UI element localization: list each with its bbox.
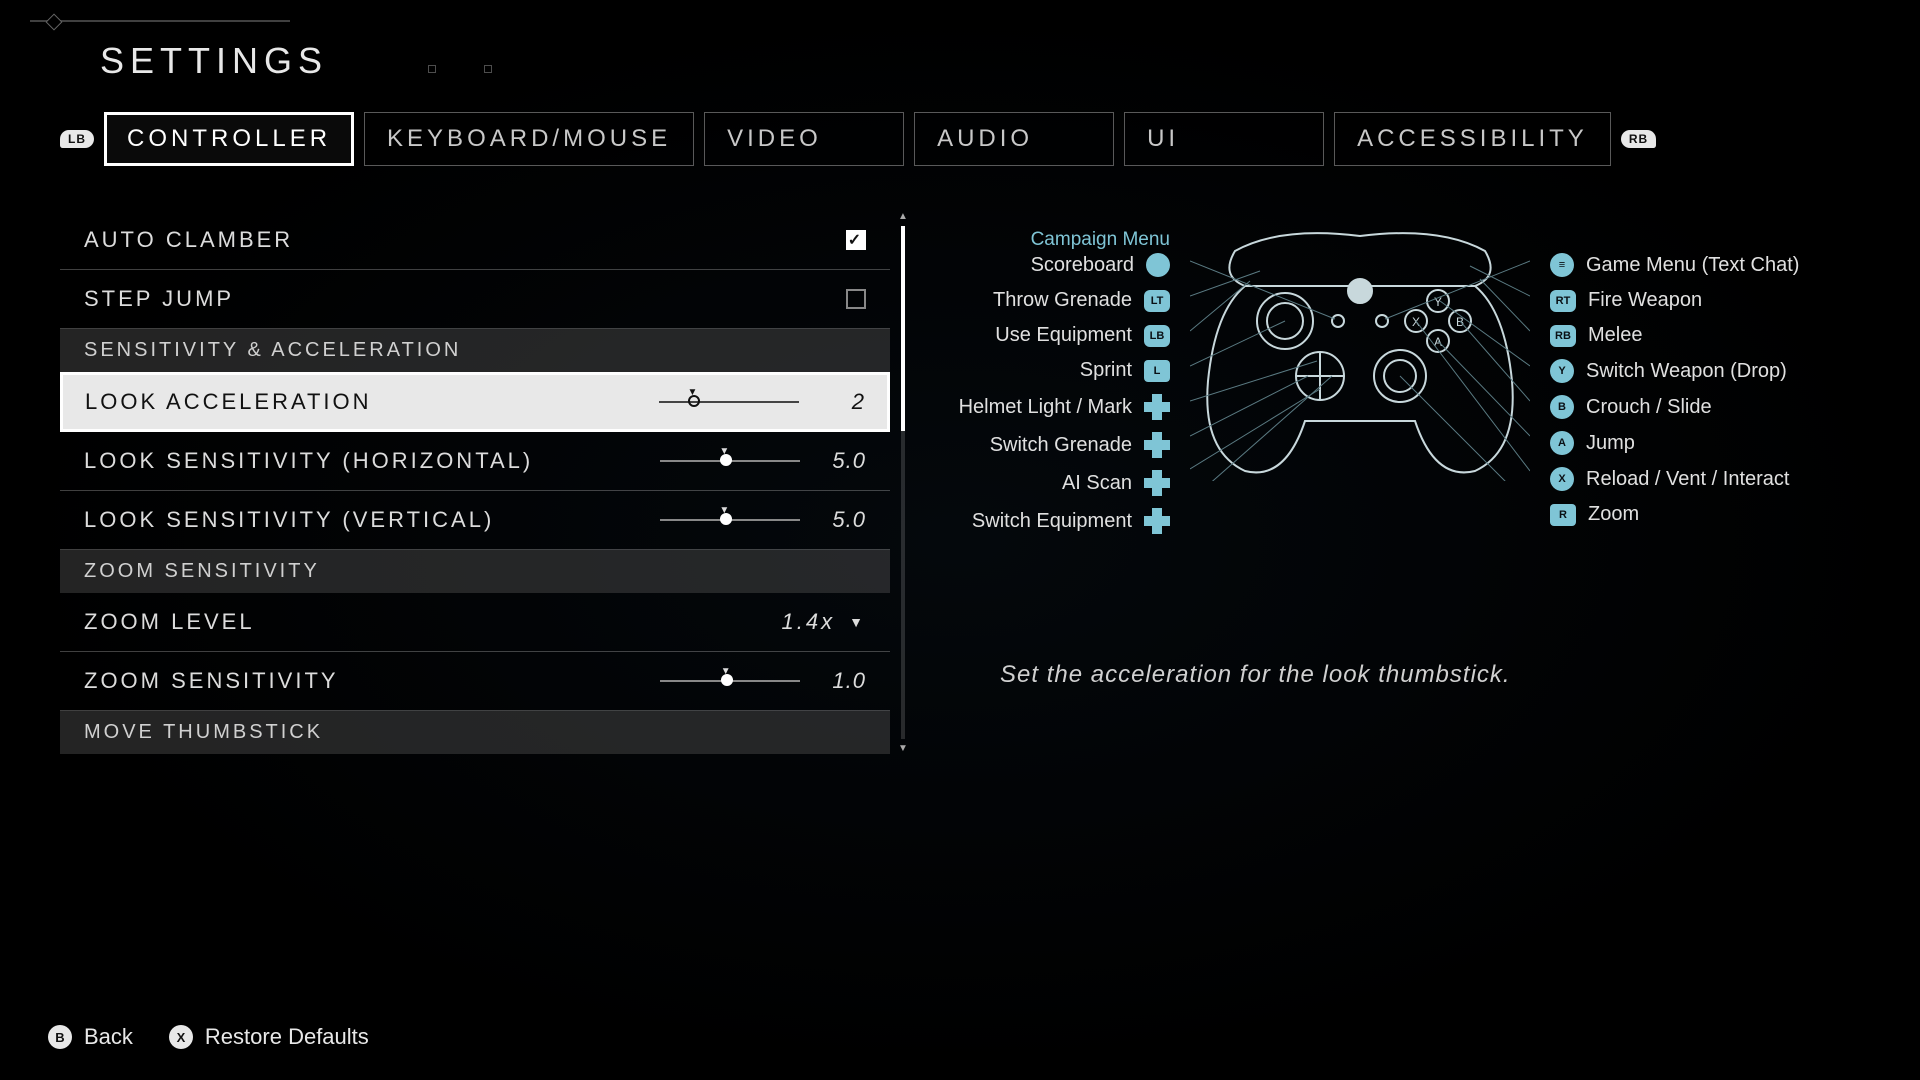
footer-label: Back — [84, 1024, 133, 1050]
decorative-topline — [30, 20, 290, 22]
dpad-icon — [1144, 508, 1170, 534]
lt-button-icon: LT — [1144, 290, 1170, 312]
setting-auto-clamber[interactable]: AUTO CLAMBER — [60, 211, 890, 270]
rb-bumper-icon: RB — [1621, 130, 1656, 148]
slider-track[interactable]: ▼ — [660, 680, 800, 682]
svg-text:X: X — [1412, 315, 1420, 329]
page-title: SETTINGS — [100, 40, 1860, 82]
ctl-label-switch-weapon: YSwitch Weapon (Drop) — [1550, 359, 1787, 383]
tab-controller[interactable]: CONTROLLER — [104, 112, 354, 166]
controller-labels-right: ≡Game Menu (Text Chat) RTFire Weapon RBM… — [1550, 221, 1810, 611]
setting-look-sensitivity-horizontal[interactable]: LOOK SENSITIVITY (HORIZONTAL) ▼ 5.0 — [60, 432, 890, 491]
controller-outline: Y B A X — [1190, 221, 1530, 611]
setting-label: ZOOM SENSITIVITY — [84, 668, 339, 694]
ctl-label-sprint: SprintL — [1080, 359, 1170, 382]
slider-group: ▼ 5.0 — [660, 507, 866, 533]
section-sensitivity-acceleration: SENSITIVITY & ACCELERATION — [60, 329, 890, 372]
setting-label: STEP JUMP — [84, 286, 234, 312]
ctl-label-reload: XReload / Vent / Interact — [1550, 467, 1789, 491]
ctl-label-fire-weapon: RTFire Weapon — [1550, 289, 1702, 312]
restore-defaults-button[interactable]: X Restore Defaults — [169, 1024, 369, 1050]
slider-value: 5.0 — [820, 507, 866, 533]
section-move-thumbstick: MOVE THUMBSTICK — [60, 711, 890, 754]
y-button-icon: Y — [1550, 359, 1574, 383]
l-stick-icon: L — [1144, 360, 1170, 382]
slider-group: ▼ 2 — [659, 389, 865, 415]
slider-group: ▼ 1.0 — [660, 668, 866, 694]
menu-button-icon: ≡ — [1550, 253, 1574, 277]
ctl-label-game-menu: ≡Game Menu (Text Chat) — [1550, 253, 1799, 277]
ctl-label-switch-equipment: Switch Equipment — [972, 508, 1170, 534]
rt-button-icon: RT — [1550, 290, 1576, 312]
controller-area: Campaign Menu Scoreboard Throw GrenadeLT… — [940, 221, 1860, 611]
x-button-icon: X — [1550, 467, 1574, 491]
ctl-label-ai-scan: AI Scan — [1062, 470, 1170, 496]
slider-value: 5.0 — [820, 448, 866, 474]
content-area: AUTO CLAMBER STEP JUMP SENSITIVITY & ACC… — [60, 211, 1860, 754]
ctl-label-scoreboard: Scoreboard — [1031, 253, 1170, 277]
setting-label: ZOOM LEVEL — [84, 609, 255, 635]
tab-keyboard-mouse[interactable]: KEYBOARD/MOUSE — [364, 112, 694, 166]
rb-button-icon: RB — [1550, 325, 1576, 347]
slider-value: 1.0 — [820, 668, 866, 694]
ctl-label-melee: RBMelee — [1550, 324, 1642, 347]
tab-audio[interactable]: AUDIO — [914, 112, 1114, 166]
section-zoom-sensitivity: ZOOM SENSITIVITY — [60, 550, 890, 593]
setting-label: LOOK ACCELERATION — [85, 389, 372, 415]
dpad-icon — [1144, 394, 1170, 420]
setting-zoom-sensitivity[interactable]: ZOOM SENSITIVITY ▼ 1.0 — [60, 652, 890, 711]
a-button-icon: A — [1550, 431, 1574, 455]
slider-track[interactable]: ▼ — [660, 519, 800, 521]
tab-ui[interactable]: UI — [1124, 112, 1324, 166]
setting-look-acceleration[interactable]: LOOK ACCELERATION ▼ 2 — [60, 372, 890, 432]
setting-zoom-level[interactable]: ZOOM LEVEL 1.4x — [60, 593, 890, 652]
setting-label: LOOK SENSITIVITY (VERTICAL) — [84, 507, 494, 533]
ctl-label-campaign-menu: Campaign Menu — [1031, 229, 1170, 251]
settings-list: AUTO CLAMBER STEP JUMP SENSITIVITY & ACC… — [60, 211, 890, 754]
dpad-icon — [1144, 432, 1170, 458]
setting-look-sensitivity-vertical[interactable]: LOOK SENSITIVITY (VERTICAL) ▼ 5.0 — [60, 491, 890, 550]
dpad-icon — [1144, 470, 1170, 496]
setting-description: Set the acceleration for the look thumbs… — [940, 661, 1860, 689]
slider-value: 2 — [819, 389, 865, 415]
scrollbar[interactable] — [900, 211, 906, 754]
view-button-icon — [1146, 253, 1170, 277]
setting-label: LOOK SENSITIVITY (HORIZONTAL) — [84, 448, 533, 474]
lb-bumper-icon: LB — [60, 130, 94, 148]
setting-label: AUTO CLAMBER — [84, 227, 293, 253]
setting-step-jump[interactable]: STEP JUMP — [60, 270, 890, 329]
tab-accessibility[interactable]: ACCESSIBILITY — [1334, 112, 1611, 166]
footer-buttons: B Back X Restore Defaults — [48, 1024, 369, 1050]
controller-diagram-panel: Campaign Menu Scoreboard Throw GrenadeLT… — [940, 211, 1860, 754]
ctl-label-jump: AJump — [1550, 431, 1635, 455]
r-stick-icon: R — [1550, 504, 1576, 526]
tabs-row: LB CONTROLLER KEYBOARD/MOUSE VIDEO AUDIO… — [60, 112, 1860, 166]
b-button-icon: B — [1550, 395, 1574, 419]
footer-label: Restore Defaults — [205, 1024, 369, 1050]
slider-track[interactable]: ▼ — [659, 401, 799, 403]
ctl-label-zoom: RZoom — [1550, 503, 1639, 526]
controller-icon: Y B A X — [1190, 221, 1530, 481]
ctl-label-throw-grenade: Throw GrenadeLT — [993, 289, 1170, 312]
dropdown-value[interactable]: 1.4x — [782, 609, 866, 635]
x-button-icon: X — [169, 1025, 193, 1049]
settings-page: SETTINGS LB CONTROLLER KEYBOARD/MOUSE VI… — [0, 0, 1920, 1080]
tab-video[interactable]: VIDEO — [704, 112, 904, 166]
controller-labels-left: Campaign Menu Scoreboard Throw GrenadeLT… — [940, 221, 1170, 611]
ctl-label-use-equipment: Use EquipmentLB — [995, 324, 1170, 347]
slider-track[interactable]: ▼ — [660, 460, 800, 462]
b-button-icon: B — [48, 1025, 72, 1049]
back-button[interactable]: B Back — [48, 1024, 133, 1050]
slider-group: ▼ 5.0 — [660, 448, 866, 474]
checkbox-icon[interactable] — [846, 230, 866, 250]
ctl-label-switch-grenade: Switch Grenade — [990, 432, 1170, 458]
lb-button-icon: LB — [1144, 325, 1170, 347]
ctl-label-crouch-slide: BCrouch / Slide — [1550, 395, 1712, 419]
ctl-label-helmet-light: Helmet Light / Mark — [959, 394, 1170, 420]
checkbox-icon[interactable] — [846, 289, 866, 309]
